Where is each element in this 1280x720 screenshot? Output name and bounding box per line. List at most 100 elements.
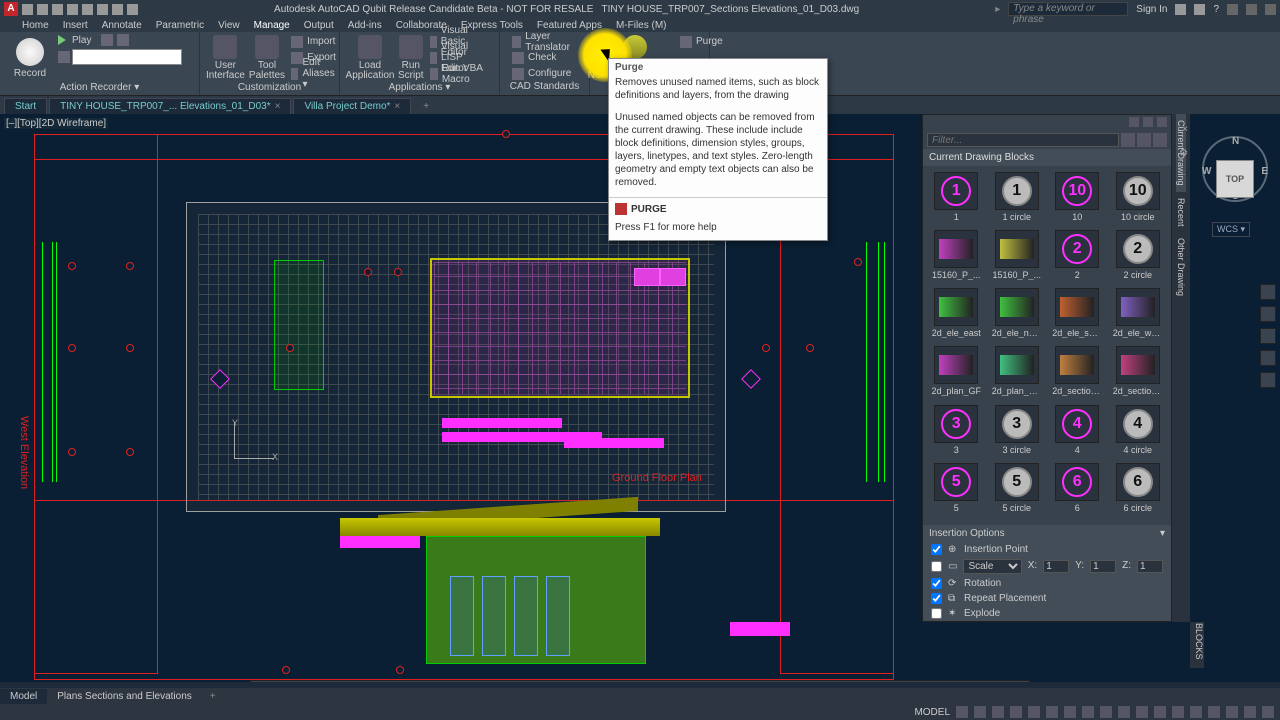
status-model[interactable]: MODEL [914, 707, 950, 718]
block-item[interactable]: 33 circle [988, 405, 1047, 461]
block-item[interactable]: 22 circle [1109, 230, 1168, 286]
doc-tab-close-icon[interactable]: × [275, 101, 281, 112]
play-opt1-icon[interactable] [101, 34, 113, 46]
steering-wheel-icon[interactable] [1260, 284, 1276, 300]
annotation-monitor-icon[interactable] [1154, 706, 1166, 718]
block-item[interactable]: 22 [1048, 230, 1107, 286]
tab-home[interactable]: Home [22, 20, 49, 31]
block-item[interactable]: 11 [927, 172, 986, 228]
viewcube[interactable]: TOP [1216, 160, 1254, 198]
block-item[interactable]: 55 [927, 463, 986, 519]
scale-checkbox[interactable] [931, 561, 942, 572]
qat-save-icon[interactable] [52, 4, 63, 15]
tab-insert[interactable]: Insert [63, 20, 88, 31]
chevron-down-icon[interactable]: ▾ [1160, 528, 1165, 539]
osnap-icon[interactable] [1028, 706, 1040, 718]
insertion-options-toggle[interactable]: Insertion Options [929, 528, 1005, 539]
block-item[interactable]: 2d_plan_GF [927, 346, 986, 402]
signin-link[interactable]: Sign In [1136, 4, 1167, 15]
layer-translator-button[interactable]: Layer Translator [510, 34, 583, 49]
check-button[interactable]: Check [510, 50, 583, 65]
block-item[interactable]: 66 circle [1109, 463, 1168, 519]
hardware-accel-icon[interactable] [1226, 706, 1238, 718]
vba-button[interactable]: Run VBA Macro [428, 66, 493, 81]
panel-min-icon[interactable] [1129, 117, 1139, 127]
block-item[interactable]: 2d_ele_east [927, 288, 986, 344]
scale-select[interactable]: Scale [963, 559, 1021, 574]
tab-collaborate[interactable]: Collaborate [396, 20, 447, 31]
showmotion-icon[interactable] [1260, 372, 1276, 388]
scale-x-input[interactable]: 1 [1043, 560, 1069, 573]
block-item[interactable]: 44 [1048, 405, 1107, 461]
model-tab[interactable]: Model [0, 689, 47, 704]
palette-close-icon[interactable]: × [1182, 124, 1188, 135]
qat-redo-icon[interactable] [112, 4, 123, 15]
doc-tab-close-icon[interactable]: × [394, 101, 400, 112]
zoom-icon[interactable] [1260, 328, 1276, 344]
quick-properties-icon[interactable] [1190, 706, 1202, 718]
block-item[interactable]: 2d_plan_m... [988, 346, 1047, 402]
layout-tab-1[interactable]: Plans Sections and Elevations [47, 689, 202, 704]
search-input[interactable]: Type a keyword or phrase [1008, 2, 1128, 16]
scale-y-input[interactable]: 1 [1090, 560, 1116, 573]
block-item[interactable]: 1010 [1048, 172, 1107, 228]
tab-addins[interactable]: Add-ins [348, 20, 382, 31]
clean-screen-icon[interactable] [1244, 706, 1256, 718]
workspace-icon[interactable] [1136, 706, 1148, 718]
tab-featuredapps[interactable]: Featured Apps [537, 20, 602, 31]
run-script-button[interactable]: Run Script [398, 34, 424, 82]
qat-plot-icon[interactable] [82, 4, 93, 15]
polar-icon[interactable] [1010, 706, 1022, 718]
side-tab-recent[interactable]: Recent [1176, 192, 1186, 233]
doc-tab-1[interactable]: TINY HOUSE_TRP007_... Elevations_01_D03*… [49, 98, 291, 114]
maximize-icon[interactable] [1246, 4, 1257, 15]
tab-annotate[interactable]: Annotate [102, 20, 142, 31]
tab-parametric[interactable]: Parametric [156, 20, 204, 31]
block-item[interactable]: 33 [927, 405, 986, 461]
user-interface-button[interactable]: User Interface [206, 34, 245, 82]
transparency-icon[interactable] [1082, 706, 1094, 718]
purge-button[interactable]: Purge [678, 34, 725, 49]
block-item[interactable]: 2d_ele_north [988, 288, 1047, 344]
tab-mfiles[interactable]: M-Files (M) [616, 20, 667, 31]
recording-name-input[interactable] [72, 49, 182, 65]
qat-more-icon[interactable] [127, 4, 138, 15]
blocks-filter-input[interactable] [927, 133, 1119, 147]
help-icon[interactable]: ? [1213, 4, 1219, 15]
block-item[interactable]: 2d_section... [1048, 346, 1107, 402]
rec-ico[interactable] [58, 51, 70, 63]
qat-open-icon[interactable] [37, 4, 48, 15]
block-item[interactable]: 2d_section... [1109, 346, 1168, 402]
insertion-point-checkbox[interactable] [931, 544, 942, 555]
repeat-checkbox[interactable] [931, 593, 942, 604]
otrack-icon[interactable] [1046, 706, 1058, 718]
minimize-icon[interactable] [1227, 4, 1238, 15]
orbit-icon[interactable] [1260, 350, 1276, 366]
block-item[interactable]: 1010 circle [1109, 172, 1168, 228]
grid-icon[interactable] [956, 706, 968, 718]
view-large-icon[interactable] [1137, 133, 1151, 147]
group-action-recorder[interactable]: Action Recorder ▾ [6, 82, 193, 93]
pan-icon[interactable] [1260, 306, 1276, 322]
filter-dropdown-icon[interactable] [1121, 133, 1135, 147]
annotation-scale-icon[interactable] [1118, 706, 1130, 718]
ortho-icon[interactable] [992, 706, 1004, 718]
view-list-icon[interactable] [1153, 133, 1167, 147]
tab-output[interactable]: Output [304, 20, 334, 31]
block-item[interactable]: 2d_ele_west [1109, 288, 1168, 344]
rotation-checkbox[interactable] [931, 578, 942, 589]
block-item[interactable]: 15160_P_... [927, 230, 986, 286]
import-button[interactable]: Import [289, 34, 341, 49]
block-item[interactable]: 55 circle [988, 463, 1047, 519]
group-applications[interactable]: Applications ▾ [346, 82, 493, 93]
qat-saveas-icon[interactable] [67, 4, 78, 15]
scale-z-input[interactable]: 1 [1137, 560, 1163, 573]
tool-palettes-button[interactable]: Tool Palettes [249, 34, 285, 82]
qat-new-icon[interactable] [22, 4, 33, 15]
play-button[interactable]: Play [58, 34, 182, 46]
block-item[interactable]: 66 [1048, 463, 1107, 519]
block-item[interactable]: 2d_ele_south [1048, 288, 1107, 344]
record-button[interactable]: Record [6, 34, 54, 82]
configure-button[interactable]: Configure [510, 66, 583, 81]
load-application-button[interactable]: Load Application [346, 34, 394, 82]
